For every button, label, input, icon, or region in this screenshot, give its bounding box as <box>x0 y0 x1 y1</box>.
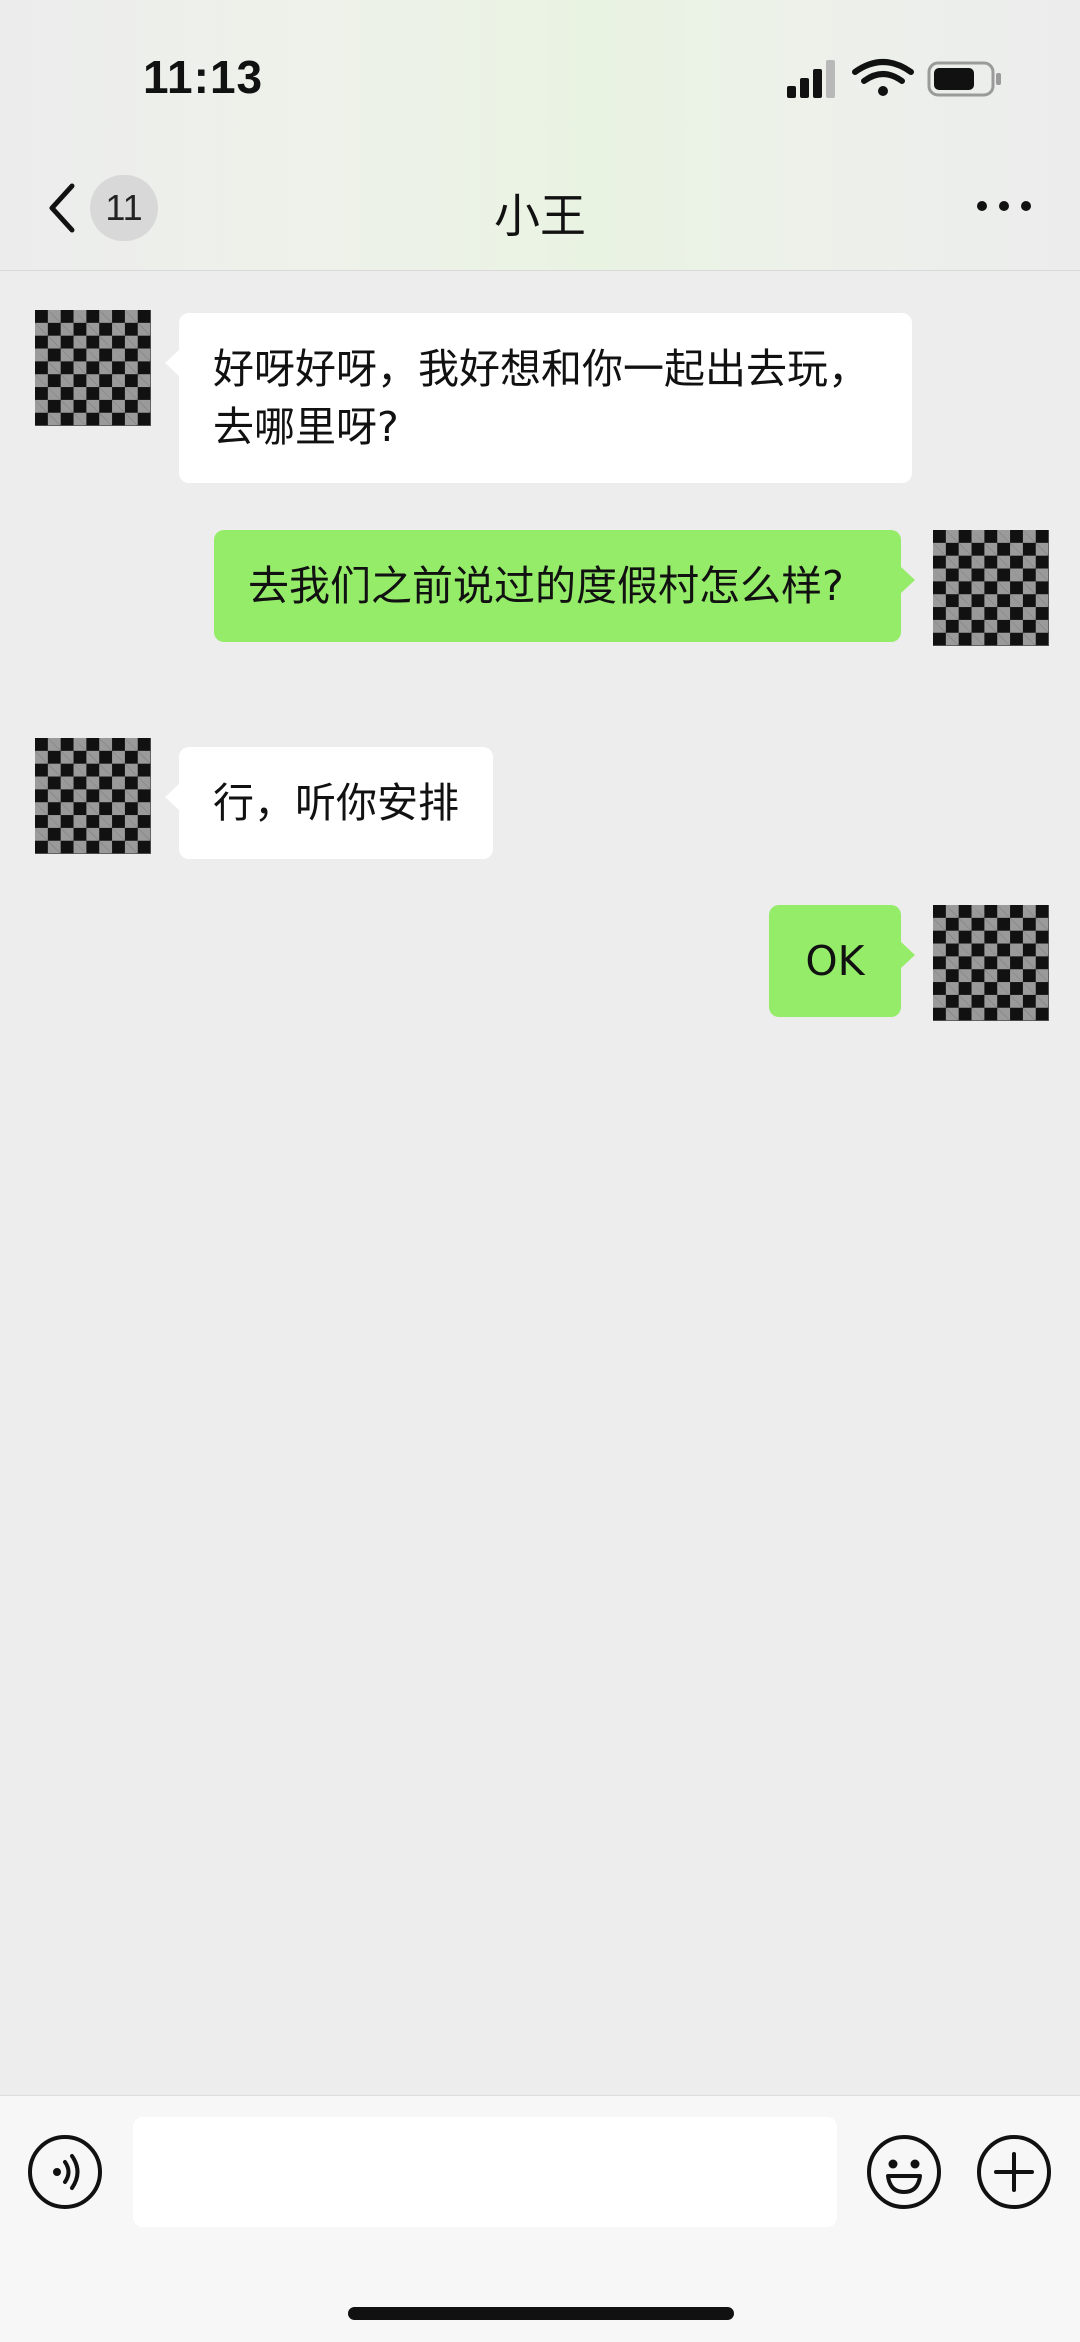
more-dots-icon[interactable] <box>976 198 1032 214</box>
input-bar <box>0 2095 1080 2342</box>
message-text: 行，听你安排 <box>213 779 459 827</box>
chat-title: 小王 <box>494 189 586 243</box>
home-indicator[interactable] <box>348 2307 734 2320</box>
sent-message-bubble[interactable]: OK <box>769 905 915 1017</box>
received-message-bubble[interactable]: 好呀好呀，我好想和你一起出去玩，去哪里呀? <box>165 313 912 483</box>
my-avatar[interactable] <box>933 905 1049 1021</box>
received-message-bubble[interactable]: 行，听你安排 <box>165 747 493 859</box>
message-text: 好呀好呀，我好想和你一起出去玩，去哪里呀? <box>213 345 869 451</box>
status-icons <box>787 58 1002 102</box>
top-bar: 11:13 11 小王 <box>0 0 1080 271</box>
message-input[interactable] <box>133 2117 837 2227</box>
plus-icon[interactable] <box>976 2134 1052 2210</box>
battery-icon <box>927 61 1001 97</box>
wifi-icon <box>852 59 914 96</box>
status-time: 11:13 <box>143 51 264 103</box>
my-avatar[interactable] <box>933 530 1049 646</box>
cellular-signal-icon <box>787 60 835 98</box>
contact-avatar[interactable] <box>35 310 151 426</box>
emoji-icon[interactable] <box>866 2134 942 2210</box>
message-text: 去我们之前说过的度假村怎么样? <box>248 562 844 610</box>
message-text: OK <box>805 937 865 985</box>
voice-icon[interactable] <box>27 2134 103 2210</box>
message-list[interactable]: 好呀好呀，我好想和你一起出去玩，去哪里呀? 去我们之前说过的度假村怎么样? 行，… <box>0 271 1080 2096</box>
contact-avatar[interactable] <box>35 738 151 854</box>
sent-message-bubble[interactable]: 去我们之前说过的度假村怎么样? <box>214 530 915 642</box>
